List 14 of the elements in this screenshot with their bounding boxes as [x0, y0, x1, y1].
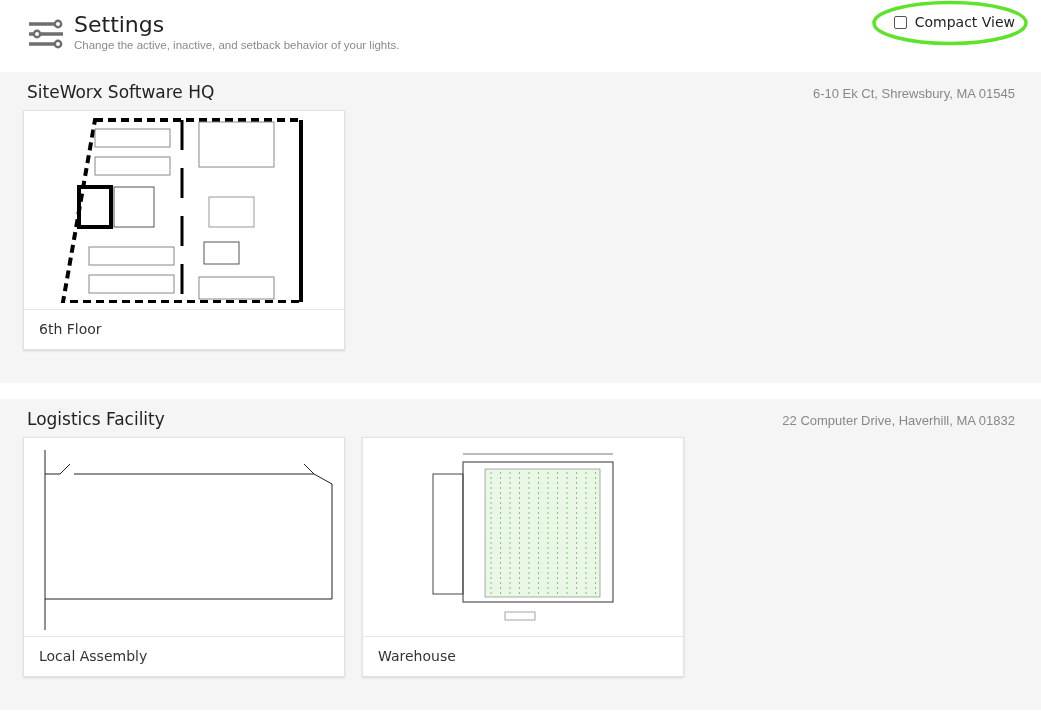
site-name: SiteWorx Software HQ: [27, 82, 215, 102]
floor-name: Warehouse: [377, 647, 457, 666]
site-name: Logistics Facility: [27, 409, 165, 429]
site-address: 6-10 Ek Ct, Shrewsbury, MA 01545: [812, 86, 1015, 101]
page-title: Settings: [74, 12, 166, 38]
floor-card[interactable]: 6th Floor: [23, 110, 345, 350]
checkbox-square[interactable]: [893, 15, 907, 29]
page-subtitle: Change the active, inactive, and setback behavior of your lights.: [74, 39, 400, 51]
floor-card[interactable]: Warehouse: [362, 437, 684, 677]
sliders-icon: [28, 19, 64, 49]
floor-name: 6th Floor: [38, 320, 103, 339]
site-address: 22 Computer Drive, Haverhill, MA 01832: [782, 413, 1015, 428]
floor-card[interactable]: Local Assembly: [23, 437, 345, 677]
floor-name: Local Assembly: [38, 647, 149, 666]
